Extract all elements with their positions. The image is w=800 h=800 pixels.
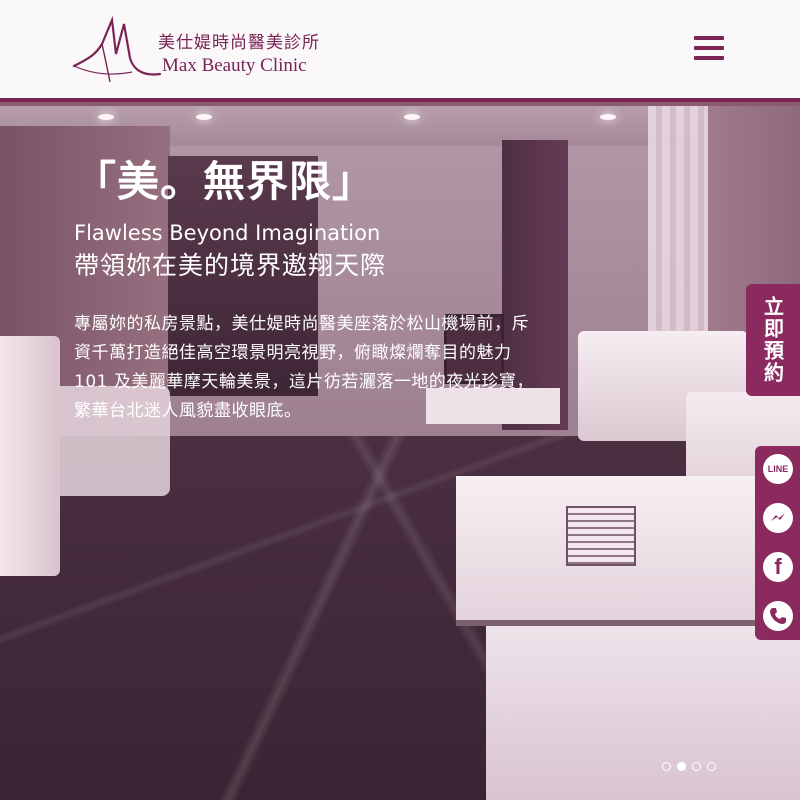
ceiling-light	[600, 114, 616, 120]
hero-text-block: 「美。無界限」 Flawless Beyond Imagination 帶領妳在…	[74, 154, 386, 282]
site-header: 美仕媞時尚醫美診所 Max Beauty Clinic	[0, 0, 800, 102]
hero-description: 專屬妳的私房景點，美仕媞時尚醫美座落於松山機場前，斥資千萬打造絕佳高空環景明亮視…	[74, 314, 534, 421]
carousel-dot[interactable]	[662, 762, 671, 771]
carousel-dot-active[interactable]	[677, 762, 686, 771]
hero-subtitle-en: Flawless Beyond Imagination	[74, 221, 381, 245]
brand-name-zh[interactable]: 美仕媞時尚醫美診所	[158, 28, 320, 53]
hamburger-menu-icon[interactable]	[694, 36, 724, 62]
brand-name-en[interactable]: Max Beauty Clinic	[162, 55, 307, 77]
carousel-dot[interactable]	[707, 762, 716, 771]
facebook-icon-label: f	[774, 554, 782, 579]
phone-icon[interactable]	[763, 601, 793, 631]
book-now-label: 立即預約	[760, 296, 785, 384]
ceiling-light	[196, 114, 212, 120]
hero-headline: 「美。無界限」	[74, 157, 376, 206]
social-bar: LINE f	[755, 446, 800, 640]
tissue-box	[566, 506, 636, 566]
sofa-left	[0, 336, 60, 576]
hero-subtitle-zh: 帶領妳在美的境界遨翔天際	[74, 251, 387, 280]
carousel-dot[interactable]	[692, 762, 701, 771]
line-icon[interactable]: LINE	[763, 454, 793, 484]
carousel-dots	[662, 762, 716, 772]
facebook-icon[interactable]: f	[763, 552, 793, 582]
book-now-button[interactable]: 立即預約	[746, 284, 800, 396]
line-icon-label: LINE	[767, 464, 789, 474]
coffee-table-base	[486, 626, 800, 800]
max-logo-icon[interactable]	[72, 14, 162, 86]
messenger-glyph	[771, 513, 785, 521]
messenger-icon[interactable]	[763, 503, 793, 533]
phone-glyph	[770, 608, 786, 624]
ceiling-light	[98, 114, 114, 120]
ceiling-light	[404, 114, 420, 120]
